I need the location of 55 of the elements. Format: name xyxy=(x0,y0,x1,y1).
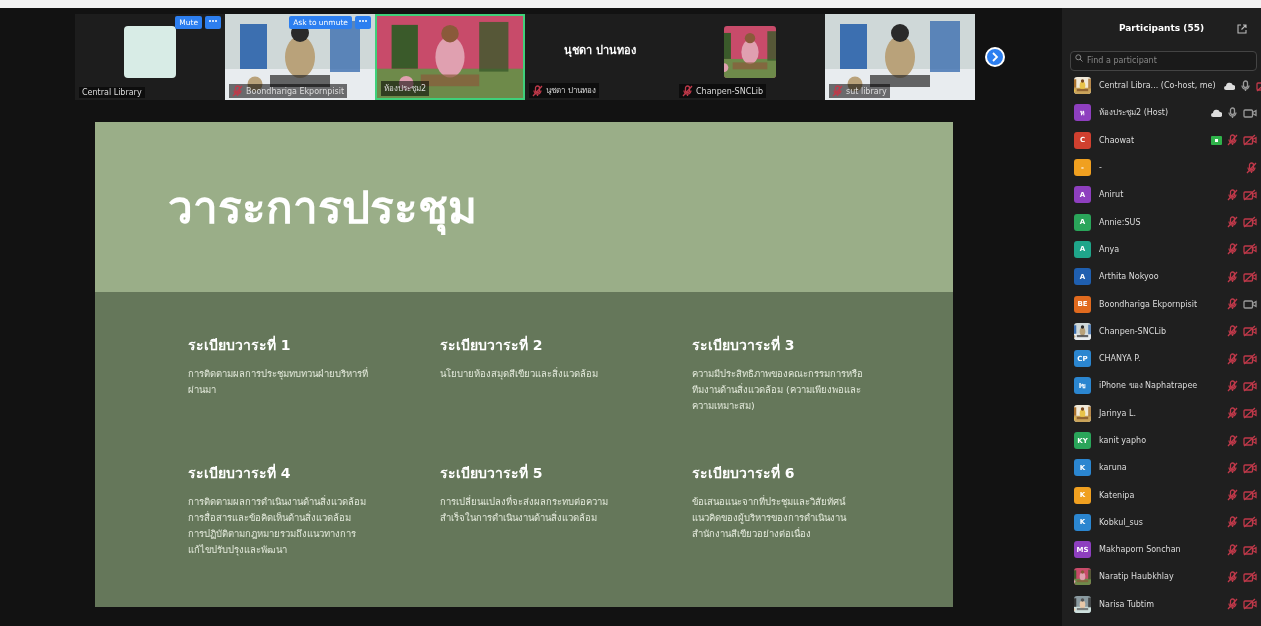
participant-name[interactable]: Kobkul_sus xyxy=(1099,517,1191,527)
participant-name[interactable]: Makhaporn Sonchan xyxy=(1099,545,1191,555)
slide-title: วาระการประชุม xyxy=(168,181,477,237)
search-icon xyxy=(1075,54,1083,62)
participant-name[interactable]: Chanpen-SNCLib xyxy=(1099,326,1191,336)
tile-name: Boondhariga Ekpornpisit xyxy=(246,86,345,96)
pop-out-icon[interactable] xyxy=(1237,24,1247,34)
agenda-heading: ระเบียบวาระที่ 6 xyxy=(692,462,796,483)
agenda-heading: ระเบียบวาระที่ 2 xyxy=(440,334,544,355)
participant-name[interactable]: ห้องประชุม2 (Host) xyxy=(1099,106,1191,120)
video-tile[interactable]: นุชดา ปานทอง นุชดา ปานทอง xyxy=(525,14,675,100)
library-logo-icon xyxy=(124,26,176,78)
participant-name[interactable]: Boondhariga Ekpornpisit xyxy=(1099,299,1198,309)
participant-name[interactable]: Annie:SUS xyxy=(1099,217,1191,227)
chevron-right-icon xyxy=(991,52,999,62)
tile-name: ห้องประชุม2 xyxy=(384,83,427,95)
search-field[interactable]: Find a participant xyxy=(1070,50,1257,71)
agenda-text: การติดตามผลการประชุมทบทวนฝ่ายบริหารที่ผ่านมา xyxy=(188,366,368,397)
participant-name[interactable]: Katenipa xyxy=(1099,490,1191,500)
tile-name: sut library xyxy=(846,86,887,96)
tile-name: Central Library xyxy=(82,88,142,97)
participant-name[interactable]: CHANYA P. xyxy=(1099,354,1191,364)
participant-name[interactable]: Narisa Tubtim xyxy=(1099,599,1191,609)
agenda-text: การเปลี่ยนแปลงที่จะส่งผลกระทบต่อความสำเร็จในการดำเนินงานด้านสิ่งแวดล้อม xyxy=(440,494,609,525)
more-button[interactable] xyxy=(355,16,371,29)
agenda-heading: ระเบียบวาระที่ 3 xyxy=(692,334,796,355)
tile-name: นุชดา ปานทอง xyxy=(546,85,596,97)
participant-name[interactable]: Central Libra... (Co-host, me) xyxy=(1099,81,1216,91)
agenda-text: ความมีประสิทธิภาพของคณะกรรมการหรือทีมงานด้านสิ่งแวดล้อม (ความเพียงพอและความเหมาะสม) xyxy=(692,367,864,413)
more-icon xyxy=(208,18,218,24)
more-icon xyxy=(358,18,368,24)
agenda-text: นโยบายห้องสมุดสีเขียวและสิ่งแวดล้อม xyxy=(440,366,599,382)
agenda-text: การติดตามผลการดำเนินงานด้านสิ่งแวดล้อม การสื่อสารและข้อคิดเห็นด้านสิ่งแวดล้อม การปฏิบัติตามกฎหมายรวมถึงแนวทางการแก้ไขปรับปรุงและพัฒนา xyxy=(188,494,367,558)
participant-name[interactable]: Arthita Nokyoo xyxy=(1099,272,1191,282)
agenda-heading: ระเบียบวาระที่ 4 xyxy=(188,462,292,483)
participant-name[interactable]: Anya xyxy=(1099,244,1191,254)
participant-name[interactable]: karuna xyxy=(1099,463,1191,473)
next-page-button[interactable] xyxy=(985,47,1005,67)
video-tile[interactable]: sut library xyxy=(825,14,975,100)
participant-name: นุชดา ปานทอง xyxy=(564,43,636,59)
tile-name: Chanpen-SNCLib xyxy=(696,86,763,96)
participant-name[interactable]: Jarinya L. xyxy=(1099,408,1191,418)
agenda-heading: ระเบียบวาระที่ 1 xyxy=(188,334,292,355)
participant-name[interactable]: Anirut xyxy=(1099,190,1191,200)
participant-name[interactable]: Naratip Haubkhlay xyxy=(1099,572,1191,582)
agenda-text: ข้อเสนอแนะจากที่ประชุมและวิสัยทัศน์แนวคิดของผู้บริหารของการดำเนินงานสำนักงานสีเขียวอย่างต่อเนื่อง xyxy=(692,494,848,541)
participant-name[interactable]: kanit yapho xyxy=(1099,436,1191,445)
participant-name[interactable]: iPhone ของ Naphatrapee xyxy=(1099,379,1198,393)
agenda-heading: ระเบียบวาระที่ 5 xyxy=(440,462,544,483)
more-button[interactable] xyxy=(205,16,221,29)
video-tile[interactable]: Chanpen-SNCLib xyxy=(675,14,825,100)
participant-name[interactable]: - xyxy=(1099,163,1191,173)
participant-name[interactable]: Chaowat xyxy=(1099,135,1191,145)
video-tile[interactable]: ห้องประชุม2 xyxy=(375,14,525,100)
panel-title: Participants (55) xyxy=(1118,23,1205,33)
